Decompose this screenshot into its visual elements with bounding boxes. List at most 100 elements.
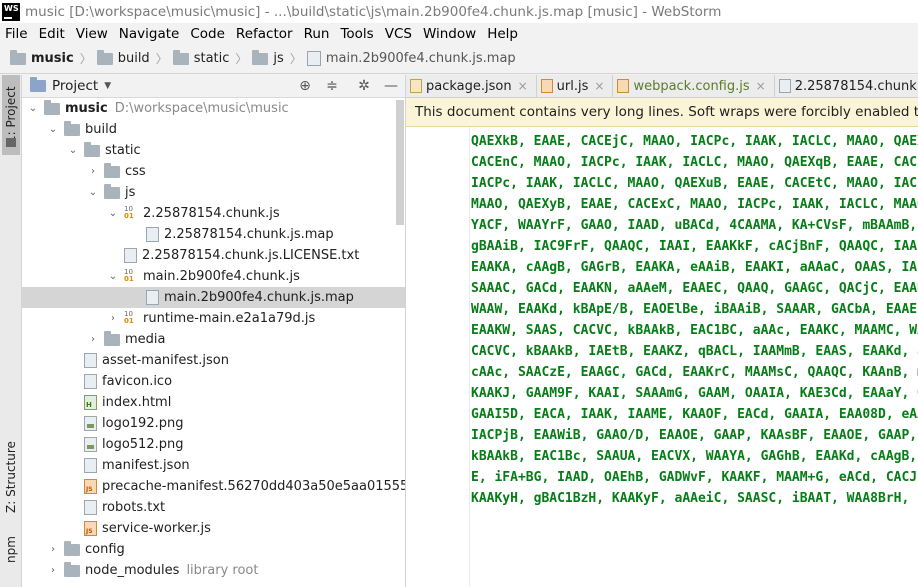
breadcrumb-item-music[interactable]: music: [10, 49, 74, 66]
npm-tool-tab[interactable]: npm: [2, 530, 20, 570]
tab-package-json[interactable]: package.json ×: [406, 75, 537, 98]
ico-file-icon: [84, 374, 97, 389]
tree-item-license[interactable]: 2.25878154.chunk.js.LICENSE.txt: [22, 245, 405, 266]
collapse-all-icon[interactable]: ≑: [323, 78, 341, 95]
window-title: music [D:\workspace\music\music] - ...\b…: [25, 3, 722, 20]
tree-item-favicon[interactable]: favicon.ico: [22, 371, 405, 392]
tab-webpack-config[interactable]: webpack.config.js ×: [613, 75, 775, 98]
menu-vcs[interactable]: VCS: [385, 26, 412, 42]
chevron-down-icon[interactable]: ⌄: [46, 124, 60, 135]
project-scrollbar[interactable]: [396, 100, 404, 225]
chevron-down-icon[interactable]: ⌄: [26, 103, 40, 114]
menu-refactor[interactable]: Refactor: [236, 26, 293, 42]
tree-item-label: media: [125, 332, 166, 347]
tree-item-robots[interactable]: robots.txt: [22, 497, 405, 518]
code-area[interactable]: QAEXkB, EAAE, CACEjC, MAAO, IACPc, IAAK,…: [406, 127, 918, 587]
html-file-icon: [84, 395, 97, 410]
menu-run[interactable]: Run: [304, 26, 330, 42]
code-line: cAAc, SAACzE, EAAGC, GACd, EAAKrC, MAAMs…: [471, 365, 918, 380]
tree-item-chunk-js[interactable]: ⌄ 2.25878154.chunk.js: [22, 203, 405, 224]
js-file-icon: [84, 521, 97, 536]
menu-file[interactable]: File: [5, 26, 28, 42]
gear-icon[interactable]: ✲: [355, 78, 373, 95]
tab-label: webpack.config.js: [633, 78, 750, 94]
tree-item-label: static: [105, 143, 141, 158]
breadcrumb-separator: 〉: [79, 52, 92, 66]
folder-icon: [104, 162, 120, 178]
chevron-right-icon[interactable]: ›: [106, 313, 120, 324]
menu-navigate[interactable]: Navigate: [119, 26, 180, 42]
chevron-right-icon[interactable]: ›: [86, 166, 100, 177]
chevron-down-icon[interactable]: ⌄: [106, 208, 120, 219]
project-icon: [30, 77, 46, 92]
menu-help[interactable]: Help: [487, 26, 518, 42]
folder-icon: [6, 138, 16, 147]
folder-icon: [96, 49, 113, 65]
project-panel: Project ▼ ⊕ ≑ ✲ — ⌄ music D:\workspace\m…: [22, 75, 406, 587]
tree-item-runtime-js[interactable]: › runtime-main.e2a1a79d.js: [22, 308, 405, 329]
tree-item-index-html[interactable]: index.html: [22, 392, 405, 413]
tree-item-config[interactable]: › config: [22, 539, 405, 560]
tree-item-label: robots.txt: [102, 500, 166, 515]
menu-edit[interactable]: Edit: [39, 26, 65, 42]
tree-item-label: css: [125, 164, 146, 179]
tree-item-main-map[interactable]: main.2b900fe4.chunk.js.map: [22, 287, 405, 308]
code-line: E, iFA+BG, IAAD, OAEhB, GADWvF, KAAKF, M…: [471, 470, 918, 485]
tree-item-logo512[interactable]: logo512.png: [22, 434, 405, 455]
editor-tabs: package.json × url.js × webpack.config.j…: [406, 75, 918, 98]
tree-item-build[interactable]: ⌄ build: [22, 119, 405, 140]
breadcrumb-item-build[interactable]: build: [96, 49, 150, 66]
tree-item-logo192[interactable]: logo192.png: [22, 413, 405, 434]
close-icon[interactable]: ×: [756, 79, 766, 93]
chevron-right-icon[interactable]: ›: [86, 334, 100, 345]
tab-label: package.json: [426, 78, 512, 94]
tree-item-js[interactable]: ⌄ js: [22, 182, 405, 203]
breadcrumb-item-file[interactable]: main.2b900fe4.chunk.js.map: [306, 51, 516, 66]
tree-item-label: main.2b900fe4.chunk.js.map: [164, 290, 354, 305]
structure-tool-tab[interactable]: Z: Structure: [2, 435, 20, 520]
tree-item-music-root[interactable]: ⌄ music D:\workspace\music\music: [22, 98, 405, 119]
chevron-down-icon[interactable]: ▼: [104, 81, 111, 91]
menu-window[interactable]: Window: [423, 26, 476, 42]
close-icon[interactable]: ×: [594, 79, 604, 93]
close-icon[interactable]: ×: [518, 79, 528, 93]
chevron-right-icon[interactable]: ›: [46, 544, 60, 555]
chevron-right-icon[interactable]: ›: [46, 565, 60, 576]
menu-tools[interactable]: Tools: [340, 26, 373, 42]
breadcrumb-separator: 〉: [289, 52, 302, 66]
tree-item-label: config: [85, 542, 125, 557]
project-view-selector[interactable]: Project: [52, 78, 98, 94]
locate-icon[interactable]: ⊕: [296, 78, 314, 95]
tab-chunk-map[interactable]: 2.25878154.chunk.js.map: [775, 75, 918, 98]
menu-bar: File Edit View Navigate Code Refactor Run Tools…: [0, 23, 918, 44]
breadcrumb-item-static[interactable]: static: [172, 49, 229, 66]
tree-item-chunk-map[interactable]: 2.25878154.chunk.js.map: [22, 224, 405, 245]
code-line: MAAO, QAEXyB, EAAE, CACExC, MAAO, IACPc,…: [471, 197, 918, 212]
title-bar: WS music [D:\workspace\music\music] - ..…: [0, 0, 918, 23]
tree-item-service-worker[interactable]: service-worker.js: [22, 518, 405, 539]
chevron-down-icon[interactable]: ⌄: [66, 145, 80, 156]
code-content[interactable]: QAEXkB, EAAE, CACEjC, MAAO, IACPc, IAAK,…: [471, 131, 918, 509]
folder-icon: [172, 49, 189, 65]
tree-item-node-modules[interactable]: › node_modules library root: [22, 560, 405, 581]
breadcrumb-item-js[interactable]: js: [252, 49, 284, 66]
chevron-down-icon[interactable]: ⌄: [86, 187, 100, 198]
tree-item-css[interactable]: › css: [22, 161, 405, 182]
tree-item-asset-manifest[interactable]: asset-manifest.json: [22, 350, 405, 371]
tree-item-main-js[interactable]: ⌄ main.2b900fe4.chunk.js: [22, 266, 405, 287]
code-line: YACF, WAAYrF, GAAO, IAAD, uBACd, 4CAAMA,…: [471, 218, 918, 233]
chevron-down-icon[interactable]: ⌄: [106, 271, 120, 282]
js-file-icon: [540, 79, 553, 93]
tree-item-label: favicon.ico: [102, 374, 173, 389]
tab-url-js[interactable]: url.js ×: [537, 75, 614, 98]
tree-item-manifest[interactable]: manifest.json: [22, 455, 405, 476]
js-file-icon: [124, 311, 138, 326]
tree-item-static[interactable]: ⌄ static: [22, 140, 405, 161]
menu-view[interactable]: View: [76, 26, 108, 42]
breadcrumb-separator: 〉: [235, 52, 248, 66]
menu-code[interactable]: Code: [190, 26, 225, 42]
code-line: KAAKyH, gBAC1BzH, KAAKyF, aAAeiC, SAASC,…: [471, 491, 918, 506]
tree-item-precache-manifest[interactable]: precache-manifest.56270dd403a50e5aa01555…: [22, 476, 405, 497]
tree-item-media[interactable]: › media: [22, 329, 405, 350]
hide-panel-icon[interactable]: —: [382, 78, 400, 95]
